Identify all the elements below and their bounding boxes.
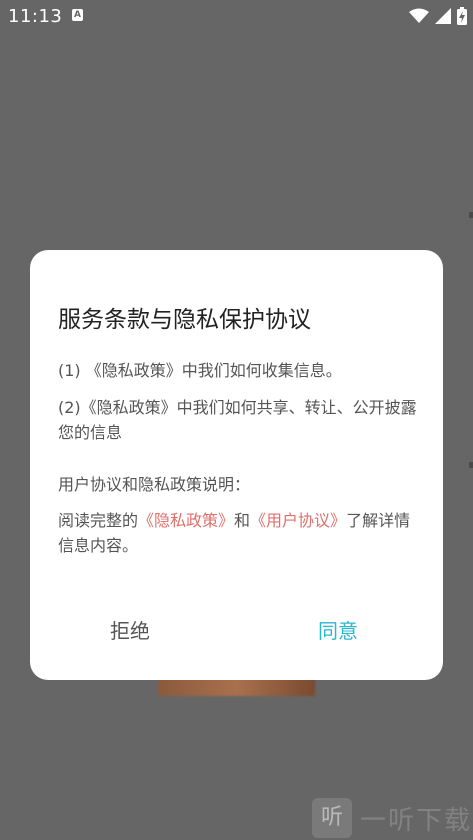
watermark-text: 一听下载 bbox=[360, 805, 473, 836]
privacy-policy-link[interactable]: 《隐私政策》 bbox=[138, 511, 234, 530]
paragraph4-and: 和 bbox=[234, 511, 251, 530]
reject-button[interactable]: 拒绝 bbox=[110, 615, 150, 644]
signal-icon bbox=[435, 8, 451, 24]
edge-mark bbox=[469, 462, 473, 468]
battery-charging-icon bbox=[457, 7, 467, 25]
user-agreement-link[interactable]: 《用户协议》 bbox=[250, 511, 346, 530]
status-time: 11:13 bbox=[8, 6, 63, 27]
privacy-paragraph-3: 用户协议和隐私政策说明： bbox=[58, 475, 251, 494]
privacy-dialog: 服务条款与隐私保护协议 (1) 《隐私政策》中我们如何收集信息。 (2)《隐私政… bbox=[30, 250, 443, 680]
agree-button[interactable]: 同意 bbox=[318, 615, 358, 644]
watermark-logo-icon: 听 bbox=[312, 798, 352, 838]
privacy-paragraph-4: 阅读完整的《隐私政策》和《用户协议》了解详情信息内容。 bbox=[58, 508, 418, 558]
privacy-paragraph-1: (1) 《隐私政策》中我们如何收集信息。 bbox=[58, 361, 342, 380]
status-icons bbox=[409, 6, 467, 26]
watermark: 听 一听下载 bbox=[312, 796, 472, 840]
edge-mark bbox=[469, 212, 473, 218]
paragraph4-prefix: 阅读完整的 bbox=[58, 511, 139, 530]
dialog-title: 服务条款与隐私保护协议 bbox=[58, 307, 311, 333]
wifi-icon bbox=[409, 8, 429, 23]
notification-a-icon: A bbox=[72, 9, 83, 21]
privacy-paragraph-2: (2)《隐私政策》中我们如何共享、转让、公开披露您的信息 bbox=[58, 398, 417, 442]
status-bar: 11:13 A bbox=[0, 0, 473, 34]
